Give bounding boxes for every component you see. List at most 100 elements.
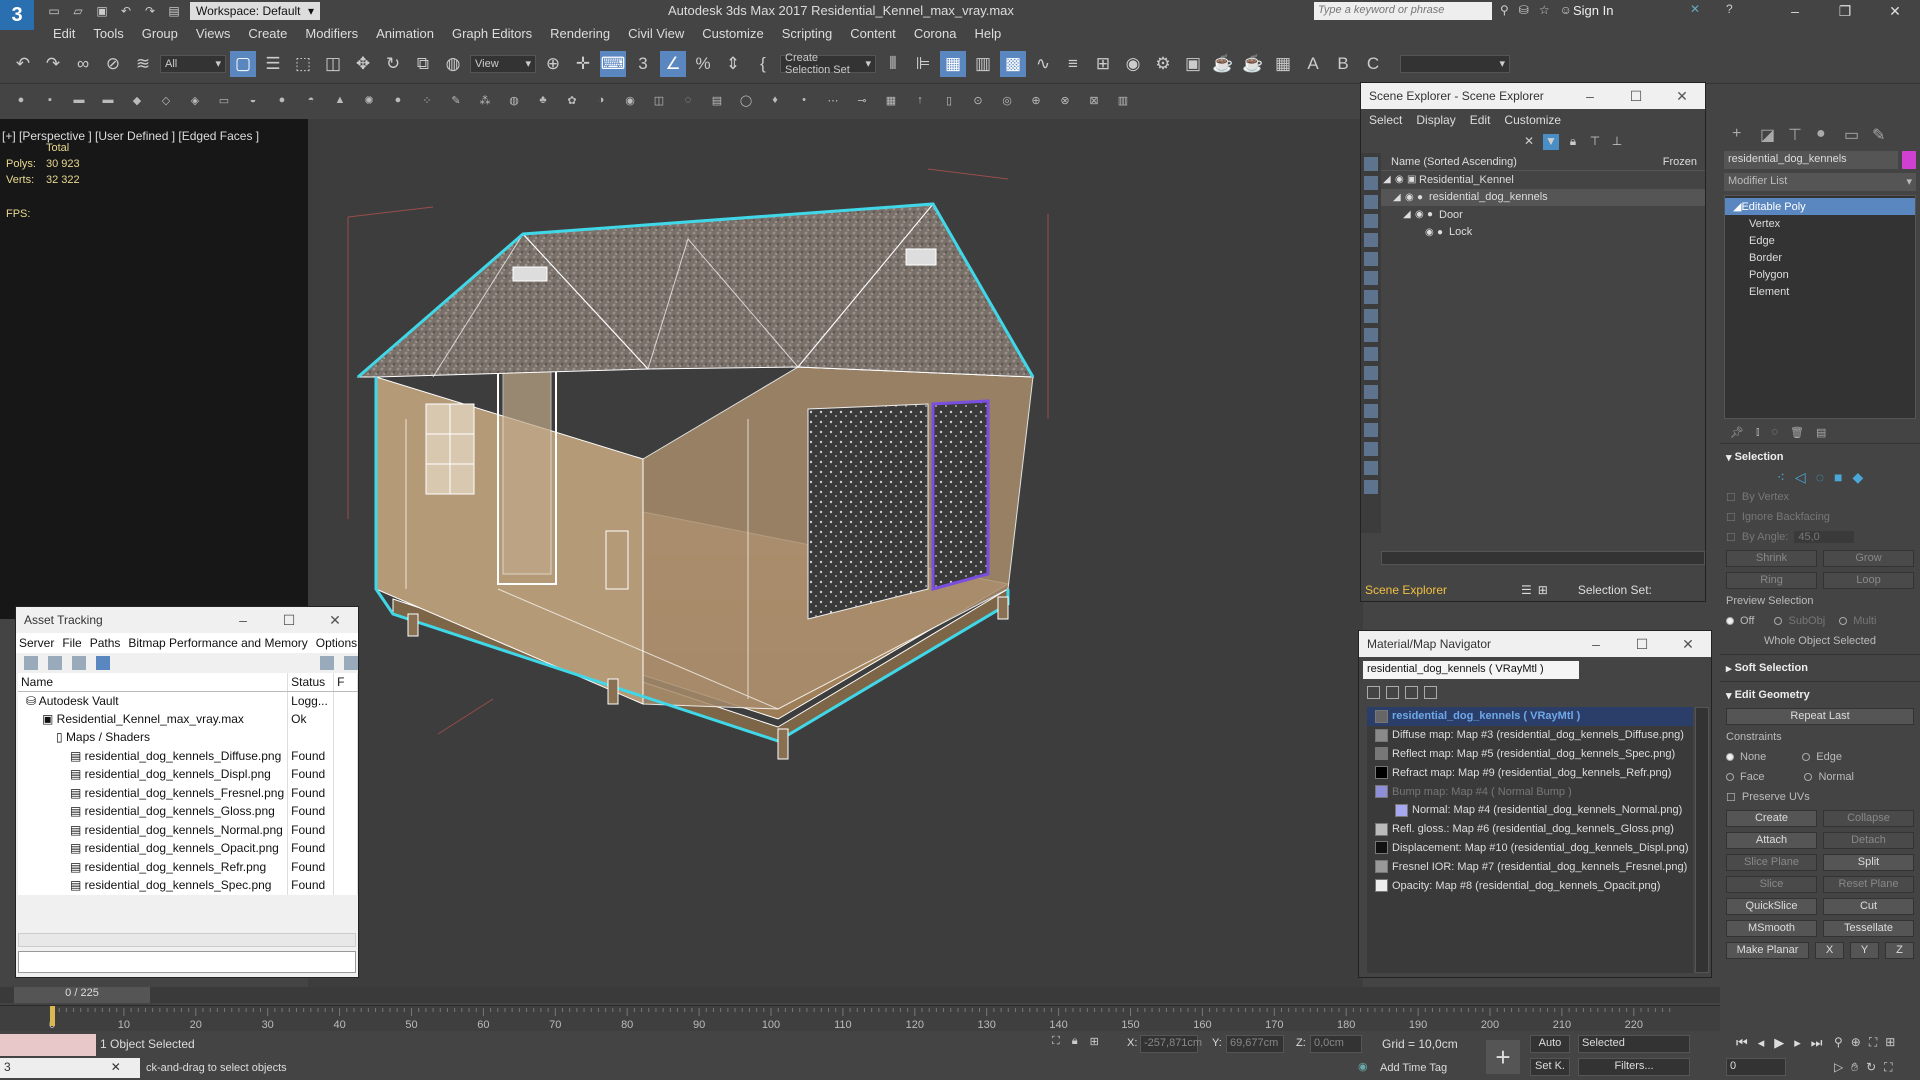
border-icon[interactable]: ◌ [1816,469,1824,485]
object-name-input[interactable]: residential_dog_kennels [1724,151,1899,169]
select-manipulate-icon[interactable]: ✛ [570,51,596,77]
view-icon[interactable] [96,656,110,670]
tool-icon[interactable]: ✺ [360,94,378,110]
search-input[interactable]: Type a keyword or phrase [1314,2,1492,20]
view-icon[interactable] [48,656,62,670]
selection-set-dropdown[interactable]: Create Selection Set ▾ [780,52,876,76]
angle-snap-icon[interactable]: ∠ [660,50,686,77]
table-row[interactable]: ▤ residential_dog_kennels_Diffuse.png Fou… [18,746,358,765]
menu-file[interactable]: File [62,636,81,650]
hierarchy-icon[interactable]: ⊞ [1538,583,1548,597]
by-vertex-checkbox[interactable]: ☐ By Vertex [1726,487,1914,507]
motion-tab-icon[interactable]: ● [1816,125,1834,143]
key-filter-dropdown[interactable]: Selected [1578,1035,1690,1053]
filter-toggle-icon[interactable] [1364,157,1378,171]
tool-icon[interactable]: ◫ [650,94,668,110]
options-icon[interactable] [344,656,358,670]
maxscript-listener[interactable] [0,1034,96,1056]
table-row[interactable]: ▣ Residential_Kennel_max_vray.max Ok [18,709,358,728]
vertical-scrollbar[interactable] [1695,707,1709,973]
move-icon[interactable]: ✥ [350,51,376,77]
polygon-icon[interactable]: ■ [1834,469,1842,485]
menu-edit[interactable]: Edit [44,26,84,41]
make-planar-button[interactable]: Make Planar [1726,941,1809,959]
set-key-big-icon[interactable]: + [1486,1040,1520,1074]
tool-icon[interactable]: ● [389,94,407,110]
new-file-icon[interactable]: ▭ [46,4,62,18]
maximize-icon[interactable]: ☐ [1613,88,1659,105]
open-file-icon[interactable]: ▱ [70,4,86,18]
menu-bitmap-performance[interactable]: Bitmap Performance and Memory [128,636,307,650]
menu-select[interactable]: Select [1369,113,1402,127]
tool-icon[interactable]: ▬ [70,94,88,110]
spinner-snap-icon[interactable]: ⇕ [720,51,746,77]
scale-icon[interactable]: ⧉ [410,51,436,77]
radio-face[interactable] [1726,773,1734,781]
cut-button[interactable]: Cut [1823,897,1914,915]
stack-element[interactable]: Element [1725,283,1915,300]
map-item[interactable]: Fresnel IOR: Map #7 (residential_dog_ken… [1367,857,1693,876]
tool-icon[interactable]: ▦ [882,94,900,110]
x-button[interactable]: X [1815,941,1844,959]
rect-selection-icon[interactable]: ⬚ [290,51,316,77]
render-iterative-icon[interactable]: ☕ [1240,51,1266,77]
quickslice-button[interactable]: QuickSlice [1726,897,1817,915]
time-slider[interactable]: 0 / 225 [14,987,150,1003]
make-unique-icon[interactable]: ◌ [1772,426,1779,438]
table-row[interactable]: ▤ residential_dog_kennels_Displ.png Found [18,765,358,784]
table-row[interactable]: ▤ residential_dog_kennels_Normal.png Foun… [18,820,358,839]
maxscript-mini-listener[interactable]: 3 ✕ [0,1058,140,1078]
modifier-list-dropdown[interactable]: Modifier List ▾ [1724,173,1916,191]
menu-scripting[interactable]: Scripting [773,26,842,41]
filter-toggle-icon[interactable] [1364,271,1378,285]
menu-display[interactable]: Display [1416,113,1455,127]
ring-button[interactable]: Ring [1726,571,1817,589]
reset-plane-button[interactable]: Reset Plane [1823,875,1914,893]
menu-customize[interactable]: Customize [1504,113,1561,127]
table-row[interactable]: ▤ residential_dog_kennels_Refr.png Found [18,857,358,876]
fov-icon[interactable]: ▷ [1834,1060,1843,1075]
tool-icon[interactable]: ⁂ [476,94,494,110]
tool-icon[interactable]: ● [273,94,291,110]
filter-toggle-icon[interactable] [1364,461,1378,475]
menu-modifiers[interactable]: Modifiers [296,26,367,41]
close-icon[interactable]: ✕ [312,612,358,629]
slice-plane-button[interactable]: Slice Plane [1726,853,1817,871]
filter-toggle-icon[interactable] [1364,290,1378,304]
by-angle-row[interactable]: ☐ By Angle: 45,0 [1726,527,1914,547]
menu-create[interactable]: Create [239,26,296,41]
tool-icon[interactable]: ↑ [911,94,929,110]
table-row[interactable]: ▤ residential_dog_kennels_Fresnel.png Fou… [18,783,358,802]
y-button[interactable]: Y [1850,941,1879,959]
lock-selection-icon[interactable]: 🔒︎ [1072,1035,1078,1048]
zoom-extents-all-icon[interactable]: ⊞ [1885,1035,1895,1050]
star-icon[interactable]: ☆ [1539,3,1550,17]
menu-tools[interactable]: Tools [84,26,132,41]
list-icons-view-icon[interactable] [1386,685,1399,699]
render-setup-icon[interactable]: ⚙ [1150,51,1176,77]
tool-icon[interactable]: ⊗ [1056,94,1074,110]
expand-icon[interactable]: ◢ [1393,192,1405,203]
ribbon-toggle-icon[interactable]: ▩ [1000,50,1026,77]
tool-icon[interactable]: ⁘ [418,94,436,110]
mirror-icon[interactable]: ⫴ [880,51,906,77]
edit-named-sel-icon[interactable]: { [750,51,776,77]
save-icon[interactable]: ▣ [94,4,110,18]
attach-button[interactable]: Attach [1726,831,1817,849]
filter-toggle-icon[interactable] [1364,309,1378,323]
filter-toggle-icon[interactable] [1364,423,1378,437]
filter-toggle-icon[interactable] [1364,404,1378,418]
hierarchy-icon[interactable]: ⊤ [1587,134,1603,150]
filter-toggle-icon[interactable] [1364,385,1378,399]
close-icon[interactable]: ✕ [111,1060,121,1074]
show-end-result-icon[interactable]: ⫾ [1756,426,1760,439]
element-icon[interactable]: ◆ [1853,469,1864,486]
reference-coord-dropdown[interactable]: View ▾ [470,54,536,73]
col-name[interactable]: Name [18,673,289,692]
go-to-end-icon[interactable]: ⏭ [1811,1035,1823,1051]
tessellate-button[interactable]: Tessellate [1823,919,1914,937]
current-frame-field[interactable]: 0 [1726,1058,1786,1076]
collapse-icon[interactable]: ◢ [1733,200,1741,213]
text-a-icon[interactable]: A [1300,51,1326,77]
undo-icon[interactable]: ↶ [10,51,36,77]
